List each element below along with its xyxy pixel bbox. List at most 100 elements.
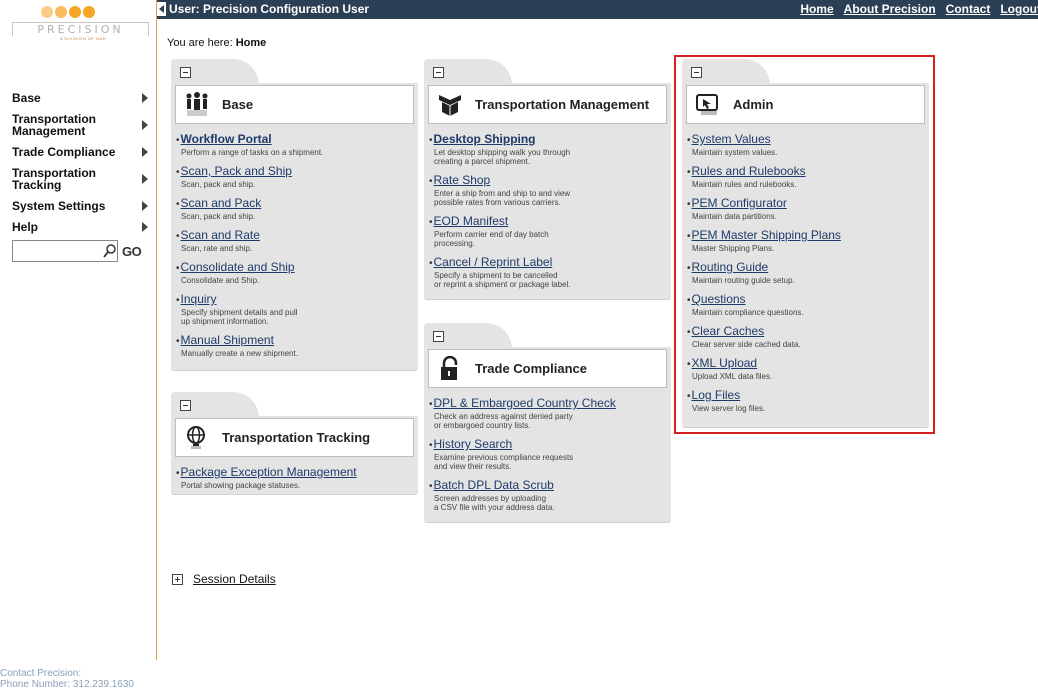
panel-header: Transportation Tracking: [175, 418, 414, 457]
item-link[interactable]: History Search: [434, 437, 513, 451]
sidebar-item-label: System Settings: [12, 199, 106, 213]
panel-header: Base: [175, 85, 414, 124]
item-link[interactable]: Scan, Pack and Ship: [181, 164, 292, 178]
chevron-right-icon: [142, 93, 148, 103]
bullet-icon: •: [429, 481, 433, 492]
about-precision-link[interactable]: About Precision: [844, 2, 936, 16]
panel-body: Transportation Tracking •Package Excepti…: [171, 416, 418, 495]
chevron-right-icon: [142, 222, 148, 232]
contact-link[interactable]: Contact: [946, 2, 991, 16]
item-link[interactable]: Inquiry: [181, 292, 217, 306]
sidebar-item-label: Transportation Management: [12, 112, 97, 138]
panel-title: Base: [222, 97, 254, 112]
panel-body: Trade Compliance •DPL & Embargoed Countr…: [424, 347, 671, 523]
item-description: Perform a range of tasks on a shipment.: [181, 148, 324, 157]
breadcrumb: You are here: Home: [167, 37, 266, 49]
item-description: Portal showing package statuses.: [181, 481, 301, 490]
item-link[interactable]: Scan and Rate: [181, 228, 260, 242]
item-description: Screen addresses by uploading a CSV file…: [434, 494, 555, 512]
panel-title: Transportation Management: [475, 97, 650, 112]
breadcrumb-prefix: You are here:: [167, 37, 236, 49]
logout-link[interactable]: Logout: [1000, 2, 1038, 16]
go-button[interactable]: GO: [122, 244, 142, 259]
home-link[interactable]: Home: [800, 2, 833, 16]
lock-icon: [441, 355, 458, 380]
session-details-link[interactable]: Session Details: [193, 572, 276, 586]
collapse-toggle[interactable]: [433, 331, 444, 342]
contact-phone: Phone Number: 312.239.1630: [0, 679, 134, 690]
list-item: •Cancel / Reprint Label Specify a shipmen…: [429, 253, 663, 290]
panel-title: Transportation Tracking: [222, 430, 371, 445]
bullet-icon: •: [429, 176, 433, 187]
logo-subtitle: A DIVISION OF GAD: [60, 36, 107, 41]
item-link[interactable]: Workflow Portal: [181, 132, 272, 146]
list-item: •Scan and Rate Scan, rate and ship.: [176, 226, 410, 254]
bullet-icon: •: [176, 135, 180, 146]
admin-highlight-box: [674, 55, 935, 434]
sidebar-item-system-settings[interactable]: System Settings: [12, 200, 148, 212]
logo-text: PRECISION: [12, 22, 149, 36]
item-description: Scan, rate and ship.: [181, 244, 253, 253]
session-details: Session Details: [172, 572, 276, 586]
chevron-right-icon: [142, 201, 148, 211]
expand-toggle[interactable]: [172, 573, 183, 585]
collapse-toggle[interactable]: [180, 67, 191, 78]
list-item: •EOD Manifest Perform carrier end of day …: [429, 212, 663, 249]
list-item: •Batch DPL Data Scrub Screen addresses by…: [429, 476, 663, 513]
list-item: •Consolidate and Ship Consolidate and Shi…: [176, 258, 410, 286]
list-item: •Scan and Pack Scan, pack and ship.: [176, 194, 410, 222]
breadcrumb-current: Home: [235, 37, 267, 49]
sidebar-item-label: Transportation Tracking: [12, 166, 97, 192]
sidebar-search: GO: [12, 240, 142, 262]
panel-items: •DPL & Embargoed Country Check Check an a…: [424, 388, 671, 513]
item-link[interactable]: Package Exception Management: [181, 465, 357, 479]
item-description: Examine previous compliance requests and…: [434, 453, 574, 471]
contact-label: Contact Precision:: [0, 668, 82, 679]
collapse-toggle[interactable]: [180, 400, 191, 411]
item-description: Manually create a new shipment.: [181, 349, 298, 358]
back-arrow-icon[interactable]: [157, 2, 166, 16]
sidebar-item-label: Trade Compliance: [12, 145, 116, 159]
sidebar-item-label: Help: [12, 220, 39, 234]
contact-info: Contact Precision: Phone Number: 312.239…: [0, 668, 134, 690]
item-link[interactable]: Desktop Shipping: [434, 132, 536, 146]
sidebar-nav: Base Transportation Management Trade Com…: [12, 92, 148, 242]
panel-tab: [424, 59, 512, 85]
bullet-icon: •: [429, 399, 433, 410]
panel-body: Transportation Management •Desktop Shipp…: [424, 83, 671, 300]
item-link[interactable]: Manual Shipment: [181, 333, 274, 347]
search-icon[interactable]: [103, 243, 116, 259]
list-item: •Desktop Shipping Let desktop shipping wa…: [429, 130, 663, 167]
item-link[interactable]: Cancel / Reprint Label: [434, 255, 553, 269]
panel-tab: [424, 323, 512, 349]
item-description: Consolidate and Ship.: [181, 276, 260, 285]
item-link[interactable]: DPL & Embargoed Country Check: [434, 396, 616, 410]
panel-tab: [171, 392, 259, 418]
bullet-icon: •: [429, 217, 433, 228]
item-link[interactable]: EOD Manifest: [434, 214, 509, 228]
list-item: •Workflow Portal Perform a range of tasks…: [176, 130, 410, 158]
user-title: User: Precision Configuration User: [169, 2, 370, 16]
sidebar-item-transportation-management[interactable]: Transportation Management: [12, 113, 148, 137]
item-link[interactable]: Batch DPL Data Scrub: [434, 478, 554, 492]
item-description: Scan, pack and ship.: [181, 180, 256, 189]
bullet-icon: •: [176, 468, 180, 479]
bullet-icon: •: [176, 167, 180, 178]
item-link[interactable]: Rate Shop: [434, 173, 491, 187]
sidebar-item-trade-compliance[interactable]: Trade Compliance: [12, 146, 148, 158]
chevron-right-icon: [142, 120, 148, 130]
sidebar-item-transportation-tracking[interactable]: Transportation Tracking: [12, 167, 148, 191]
sidebar-item-help[interactable]: Help: [12, 221, 148, 233]
item-link[interactable]: Scan and Pack: [181, 196, 262, 210]
list-item: •Package Exception Management Portal show…: [176, 463, 410, 491]
collapse-toggle[interactable]: [433, 67, 444, 78]
item-link[interactable]: Consolidate and Ship: [181, 260, 295, 274]
globe-icon: [187, 425, 205, 449]
precision-logo[interactable]: PRECISION A DIVISION OF GAD: [0, 0, 157, 44]
item-description: Enter a ship from and ship to and view p…: [434, 189, 571, 207]
people-icon: [186, 91, 208, 116]
sidebar-item-base[interactable]: Base: [12, 92, 148, 104]
sidebar: PRECISION A DIVISION OF GAD Base Transpo…: [0, 0, 157, 660]
list-item: •Rate Shop Enter a ship from and ship to …: [429, 171, 663, 208]
list-item: •Manual Shipment Manually create a new sh…: [176, 331, 410, 359]
